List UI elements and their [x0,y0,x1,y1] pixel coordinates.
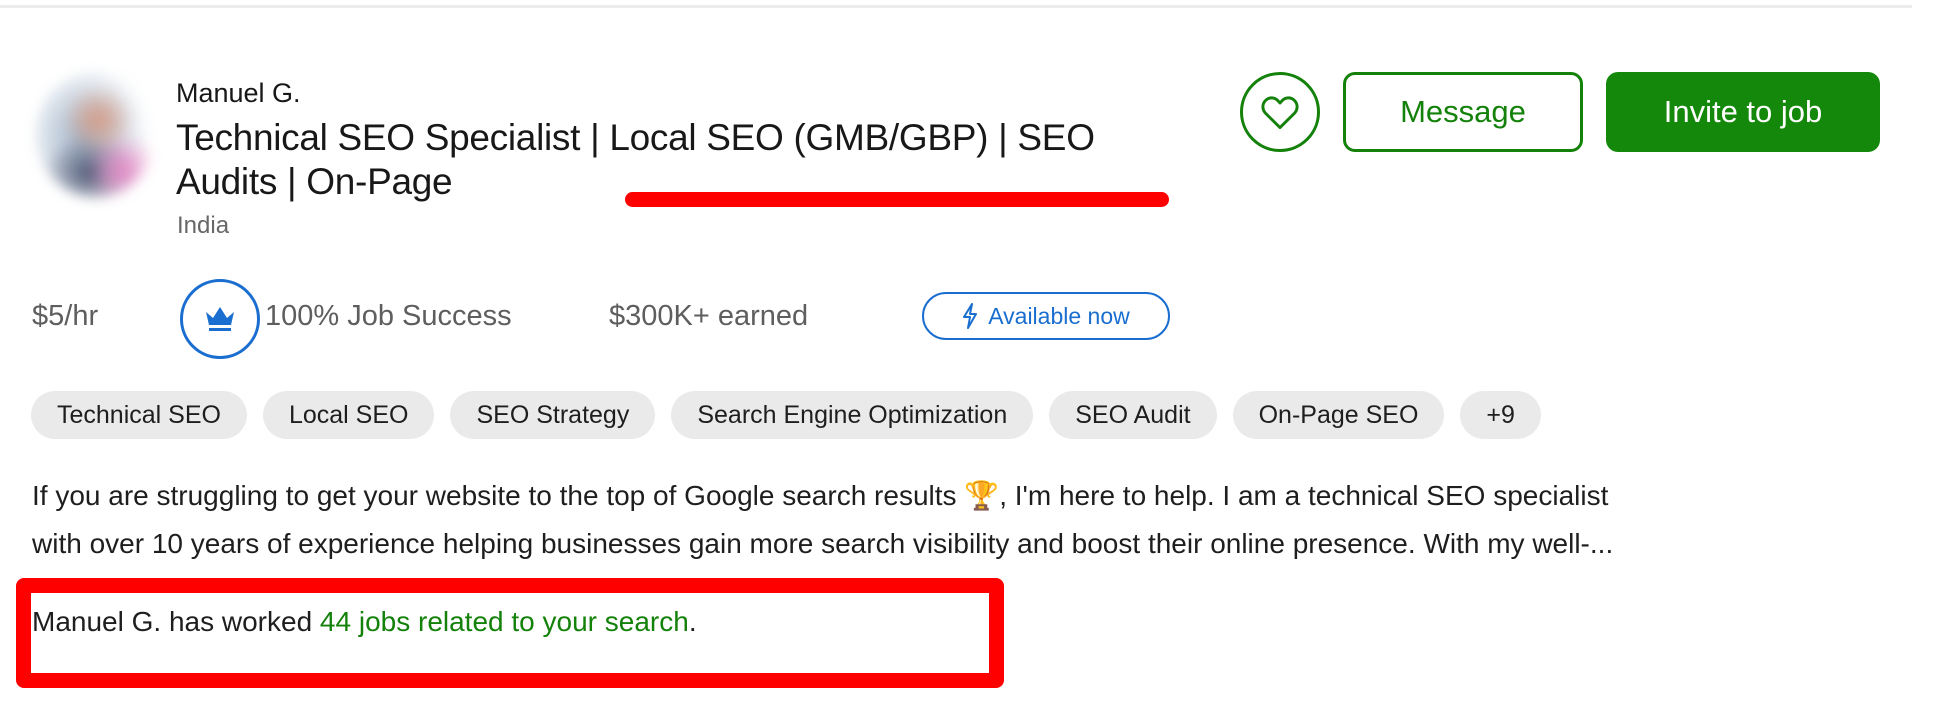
avatar[interactable] [36,72,156,198]
lightning-bolt-icon [963,303,978,329]
red-underline-annotation [625,192,1169,207]
hourly-rate: $5/hr [32,300,99,332]
availability-badge: Available now [922,292,1170,340]
description-text: with over 10 years of experience helping… [32,528,1614,559]
freelancer-location: India [177,212,230,239]
trophy-icon: 🏆 [964,480,1000,511]
related-jobs-text: Manuel G. has worked 44 jobs related to … [32,606,697,638]
availability-label: Available now [988,302,1130,329]
related-jobs-link[interactable]: 44 jobs related to your search [320,606,689,637]
skill-chip[interactable]: Technical SEO [31,391,247,439]
top-rated-badge [180,279,260,359]
skills-list: Technical SEO Local SEO SEO Strategy Sea… [31,391,1541,439]
related-jobs-suffix: . [688,606,697,637]
freelancer-headline[interactable]: Technical SEO Specialist | Local SEO (GM… [176,116,1186,204]
freelancer-name[interactable]: Manuel G. [176,78,301,109]
skill-chip[interactable]: Search Engine Optimization [671,391,1034,439]
heart-icon [1261,96,1299,130]
skill-chip[interactable]: On-Page SEO [1232,391,1445,439]
skill-chip[interactable]: SEO Audit [1049,391,1217,439]
freelancer-description[interactable]: If you are struggling to get your websit… [32,472,1852,568]
crown-icon [206,307,234,331]
skill-chip[interactable]: SEO Strategy [450,391,656,439]
more-skills-chip[interactable]: +9 [1460,391,1541,439]
save-freelancer-button[interactable] [1240,72,1320,152]
message-button[interactable]: Message [1343,72,1583,152]
freelancer-card[interactable]: Manuel G. Technical SEO Specialist | Loc… [0,0,1956,702]
total-earned: $300K+ earned [609,300,809,332]
invite-to-job-button[interactable]: Invite to job [1606,72,1880,152]
job-success-score: 100% Job Success [265,300,512,332]
description-text: , I'm here to help. I am a technical SEO… [999,480,1609,511]
skill-chip[interactable]: Local SEO [262,391,435,439]
description-text: If you are struggling to get your websit… [32,480,965,511]
related-jobs-prefix: Manuel G. has worked [32,606,320,637]
